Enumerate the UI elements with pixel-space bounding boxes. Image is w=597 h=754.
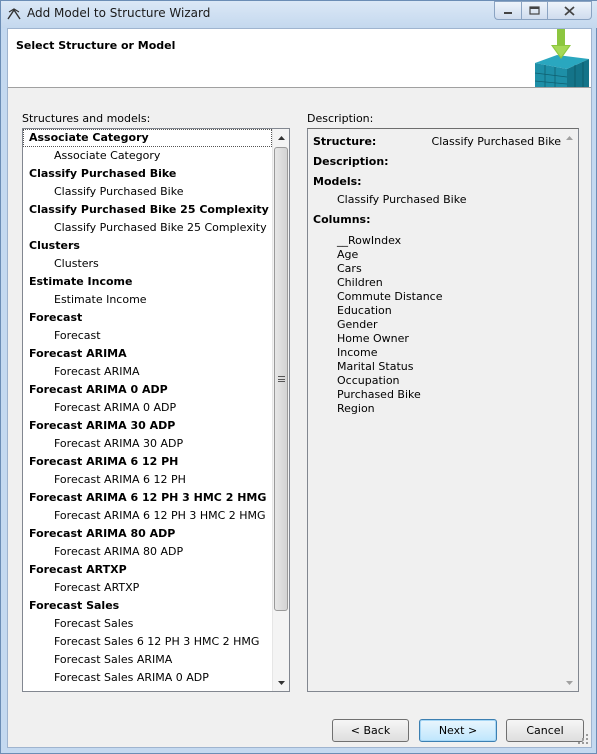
column-entry: Marital Status	[337, 360, 414, 373]
column-entry: Education	[337, 304, 392, 317]
desc-scroll-down-button[interactable]	[561, 674, 578, 691]
minimize-button[interactable]	[494, 1, 521, 20]
arrow-down-icon	[566, 680, 573, 685]
structure-item[interactable]: Forecast ARIMA 6 12 PH 3 HMC 2 HMG	[23, 489, 272, 507]
model-item[interactable]: Forecast ARIMA 6 12 PH 3 HMC 2 HMG	[23, 507, 272, 525]
column-entry: Children	[337, 276, 383, 289]
structures-list: Associate Category Associate Category Clas…	[23, 129, 272, 691]
model-item[interactable]: Forecast ARIMA 30 ADP	[23, 435, 272, 453]
arrow-up-icon	[278, 135, 285, 140]
structure-item[interactable]: Forecast ARIMA 30 ADP	[23, 417, 272, 435]
model-item[interactable]: Forecast Sales	[23, 615, 272, 633]
models-row: Models:	[313, 175, 561, 193]
add-to-cube-icon	[534, 29, 589, 87]
description-scrollbar[interactable]	[561, 129, 578, 691]
structure-item[interactable]: Forecast	[23, 309, 272, 327]
wizard-header: Select Structure or Model	[8, 29, 591, 88]
wizard-client-area: Select Structure or Model Structures and…	[7, 28, 592, 748]
list-scrollbar[interactable]	[272, 129, 289, 691]
structure-item[interactable]: Forecast ARTXP	[23, 561, 272, 579]
structure-item[interactable]: Classify Purchased Bike 25 Complexity	[23, 201, 272, 219]
description-content: Structure: Classify Purchased Bike Descr…	[308, 129, 561, 691]
description-label: Description:	[307, 112, 374, 125]
structure-item[interactable]: Classify Purchased Bike	[23, 165, 272, 183]
description-key: Description:	[313, 155, 389, 168]
column-entry: Commute Distance	[337, 290, 443, 303]
model-item[interactable]: Forecast Sales ARIMA	[23, 651, 272, 669]
close-icon	[564, 5, 575, 16]
structure-key: Structure:	[313, 135, 377, 148]
wizard-window: Add Model to Structure Wizard Select Str…	[0, 0, 597, 754]
column-entry: Gender	[337, 318, 378, 331]
scroll-up-button[interactable]	[273, 129, 289, 146]
structure-item[interactable]: Associate Category	[23, 129, 272, 147]
model-item[interactable]: Estimate Income	[23, 291, 272, 309]
caption-buttons	[494, 1, 592, 21]
description-row: Description:	[313, 155, 561, 173]
model-item[interactable]: Forecast ARIMA 0 ADP	[23, 399, 272, 417]
model-item[interactable]: Forecast Sales ARIMA 0 ADP	[23, 669, 272, 687]
column-entry: Age	[337, 248, 359, 261]
model-item[interactable]: Forecast	[23, 327, 272, 345]
model-item[interactable]: Forecast ARIMA 80 ADP	[23, 543, 272, 561]
structures-listbox[interactable]: Associate Category Associate Category Clas…	[22, 128, 290, 692]
model-item[interactable]: Classify Purchased Bike 25 Complexity	[23, 219, 272, 237]
scroll-thumb[interactable]	[274, 147, 288, 611]
model-item[interactable]: Forecast ARTXP	[23, 579, 272, 597]
back-button[interactable]: < Back	[332, 719, 409, 742]
model-item[interactable]: Forecast Sales 6 12 PH 3 HMC 2 HMG	[23, 633, 272, 651]
models-list: Classify Purchased Bike	[313, 193, 561, 207]
structure-value: Classify Purchased Bike	[431, 135, 561, 148]
column-entry: Occupation	[337, 374, 400, 387]
model-item[interactable]: Forecast ARIMA 6 12 PH	[23, 471, 272, 489]
column-entry: Cars	[337, 262, 362, 275]
structure-item[interactable]: Clusters	[23, 237, 272, 255]
maximize-icon	[529, 6, 540, 15]
column-entry: Home Owner	[337, 332, 409, 345]
close-button[interactable]	[547, 1, 592, 20]
columns-key: Columns:	[313, 213, 371, 226]
column-entry: Purchased Bike	[337, 388, 421, 401]
structure-row: Structure: Classify Purchased Bike	[313, 135, 561, 153]
model-item[interactable]: Clusters	[23, 255, 272, 273]
model-entry: Classify Purchased Bike	[337, 193, 467, 206]
model-item[interactable]: Forecast ARIMA	[23, 363, 272, 381]
page-title: Select Structure or Model	[16, 39, 176, 52]
minimize-icon	[504, 11, 512, 14]
description-panel: Structure: Classify Purchased Bike Descr…	[307, 128, 579, 692]
column-entry: Region	[337, 402, 375, 415]
column-entry: __RowIndex	[337, 234, 402, 247]
model-item[interactable]: Associate Category	[23, 147, 272, 165]
structure-item[interactable]: Forecast ARIMA 6 12 PH	[23, 453, 272, 471]
arrow-up-icon	[566, 135, 573, 140]
arrow-down-icon	[278, 680, 285, 685]
column-entry: Income	[337, 346, 378, 359]
wizard-pick-icon	[7, 8, 21, 20]
structures-label: Structures and models:	[22, 112, 151, 125]
structure-item[interactable]: Forecast Sales	[23, 597, 272, 615]
title-bar[interactable]: Add Model to Structure Wizard	[1, 1, 597, 28]
models-key: Models:	[313, 175, 362, 188]
resize-grip-icon[interactable]	[577, 733, 589, 745]
structure-item[interactable]: Forecast ARIMA	[23, 345, 272, 363]
structure-item[interactable]: Estimate Income	[23, 273, 272, 291]
model-item[interactable]: Classify Purchased Bike	[23, 183, 272, 201]
desc-scroll-up-button[interactable]	[561, 129, 578, 146]
structure-item[interactable]: Forecast ARIMA 80 ADP	[23, 525, 272, 543]
columns-list: __RowIndex Age Cars Children Commute Distanc…	[313, 234, 561, 416]
columns-row: Columns:	[313, 213, 561, 231]
window-title: Add Model to Structure Wizard	[27, 6, 211, 20]
maximize-button[interactable]	[521, 1, 547, 20]
structure-item[interactable]: Forecast ARIMA 0 ADP	[23, 381, 272, 399]
next-button[interactable]: Next >	[419, 719, 497, 742]
scroll-down-button[interactable]	[273, 674, 289, 691]
grip-icon	[277, 376, 285, 382]
cancel-button[interactable]: Cancel	[506, 719, 584, 742]
